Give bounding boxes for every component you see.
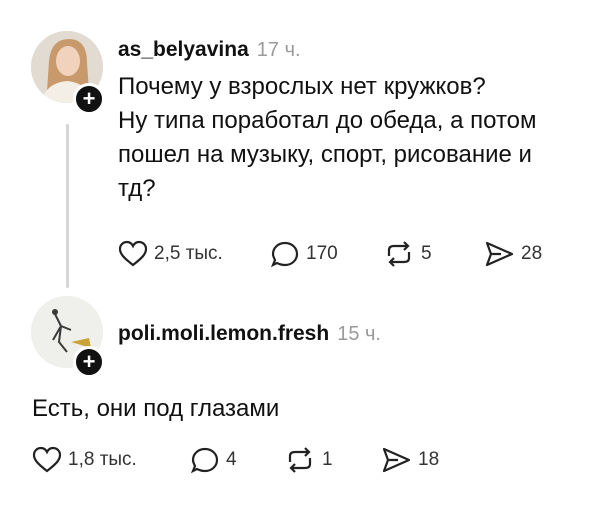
post-username[interactable]: as_belyavina 17 ч. <box>118 38 301 62</box>
like-button[interactable]: 1,8 тыс. <box>32 446 137 474</box>
post-time: 15 ч. <box>337 323 381 345</box>
post-text-line: Ну типа поработал до обеда, а потом <box>118 107 537 134</box>
username-text[interactable]: poli.moli.lemon.fresh <box>118 322 329 345</box>
post-text: Почему у взрослых нет кружков? Ну типа п… <box>118 70 537 206</box>
comment-icon <box>190 447 219 474</box>
post-text-line: пошел на музыку, спорт, рисование и <box>118 141 532 168</box>
heart-icon <box>32 446 62 473</box>
post-text: Есть, они под глазами <box>32 392 279 426</box>
comment-count: 170 <box>306 243 338 264</box>
repost-count: 1 <box>322 449 333 470</box>
share-icon <box>382 447 411 473</box>
post-actions: 2,5 тыс. 170 5 28 <box>118 240 578 272</box>
repost-icon <box>387 241 411 267</box>
follow-plus-icon[interactable]: + <box>73 83 105 115</box>
post-username[interactable]: poli.moli.lemon.fresh 15 ч. <box>118 322 381 346</box>
share-button[interactable]: 18 <box>380 446 439 474</box>
post-text-line: Есть, они под глазами <box>32 395 280 422</box>
comment-button[interactable]: 170 <box>270 240 338 268</box>
repost-button[interactable]: 5 <box>383 240 432 268</box>
comment-count: 4 <box>226 449 237 470</box>
post-actions: 1,8 тыс. 4 1 18 <box>32 446 492 478</box>
repost-icon <box>288 447 312 473</box>
like-button[interactable]: 2,5 тыс. <box>118 240 223 268</box>
post-time: 17 ч. <box>256 39 301 61</box>
heart-icon <box>118 240 148 267</box>
repost-count: 5 <box>421 243 432 264</box>
follow-plus-icon[interactable]: + <box>73 346 105 378</box>
comment-icon <box>270 241 299 268</box>
username-text[interactable]: as_belyavina <box>118 38 249 61</box>
comment-button[interactable]: 4 <box>190 446 237 474</box>
share-count: 18 <box>418 449 440 470</box>
post-text-line: Почему у взрослых нет кружков? <box>118 73 486 100</box>
share-count: 28 <box>521 243 543 264</box>
post-2: + poli.moli.lemon.fresh 15 ч. Есть, они п… <box>0 290 600 516</box>
post-1: + as_belyavina 17 ч. Почему у взрослых не… <box>0 0 600 300</box>
share-button[interactable]: 28 <box>483 240 542 268</box>
thread-line <box>66 124 69 288</box>
share-icon <box>485 241 514 267</box>
like-count: 1,8 тыс. <box>68 449 137 470</box>
repost-button[interactable]: 1 <box>284 446 333 474</box>
like-count: 2,5 тыс. <box>154 243 223 264</box>
post-text-line: тд? <box>118 175 156 202</box>
